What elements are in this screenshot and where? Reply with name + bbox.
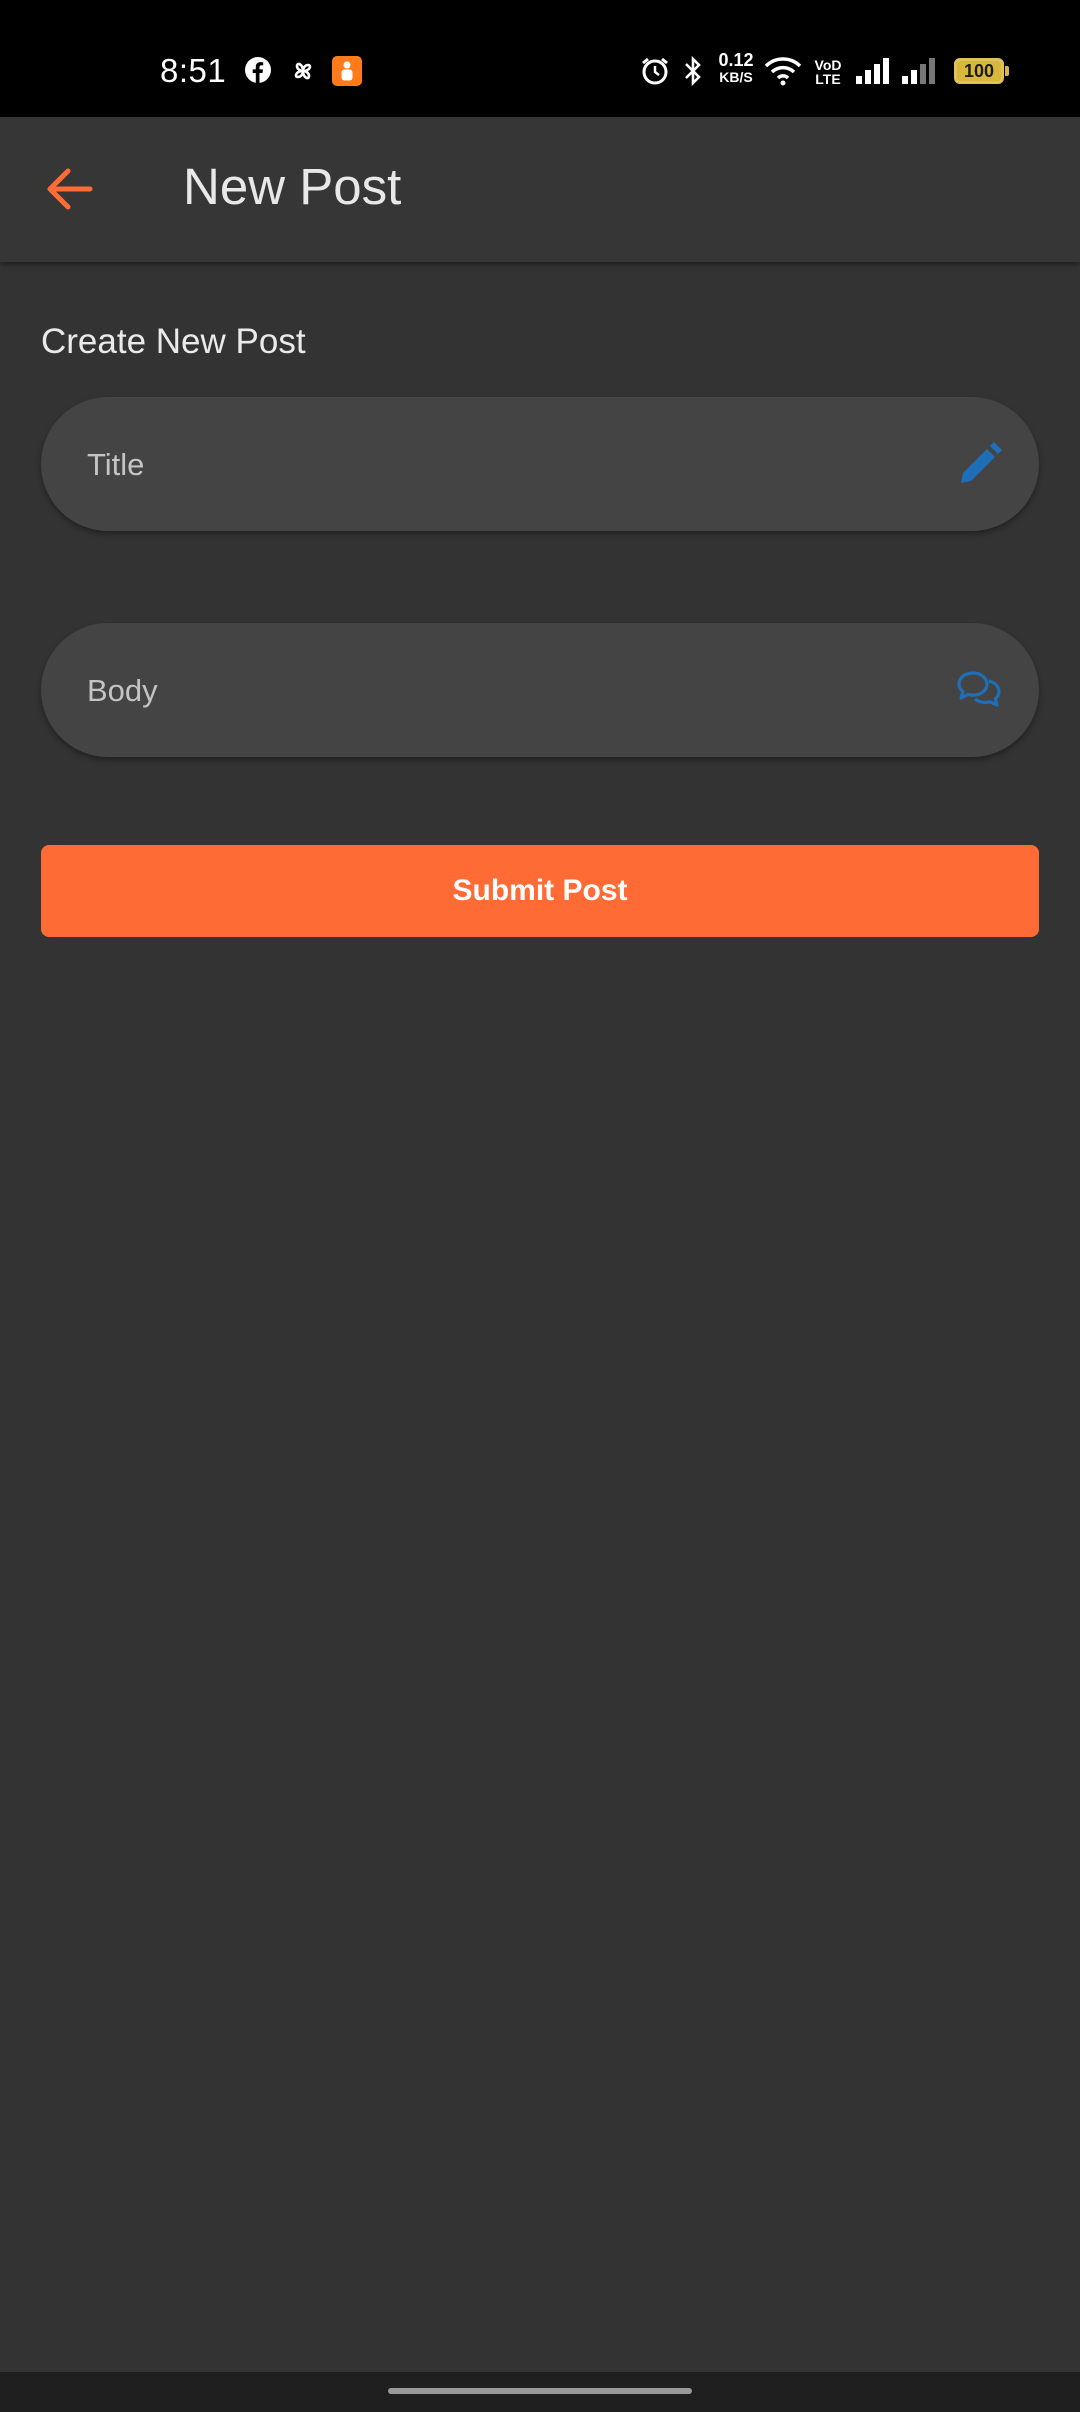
network-speed-value: 0.12 <box>718 50 754 70</box>
section-heading: Create New Post <box>41 322 306 361</box>
wifi-icon <box>764 57 802 86</box>
battery-icon: 100 <box>954 58 1004 84</box>
status-bar: 8:51 0.12 KB/S VoD LTE 100 <box>0 0 1080 117</box>
volte-indicator: VoD LTE <box>812 58 844 86</box>
signal-icon-2 <box>902 58 935 84</box>
title-field[interactable] <box>41 397 1039 533</box>
app-bar: New Post <box>0 117 1080 262</box>
pinwheel-icon <box>294 62 312 80</box>
battery-tip <box>1005 66 1009 76</box>
app-notification-icon <box>332 56 362 86</box>
chat-bubbles-icon <box>957 671 1001 707</box>
volte-top: VoD <box>814 57 842 73</box>
facebook-icon <box>245 57 271 83</box>
body-field[interactable] <box>41 623 1039 759</box>
volte-bottom: LTE <box>815 71 841 87</box>
navigation-bar <box>0 2372 1080 2412</box>
arrow-back-icon <box>47 168 93 210</box>
pencil-icon <box>961 442 1002 483</box>
home-gesture-handle[interactable] <box>388 2388 692 2394</box>
network-speed-unit: KB/S <box>719 69 753 85</box>
submit-post-button[interactable]: Submit Post <box>41 845 1039 937</box>
body-input[interactable] <box>85 623 909 759</box>
title-input[interactable] <box>85 397 909 533</box>
back-button[interactable] <box>40 159 100 219</box>
status-time: 8:51 <box>160 52 227 89</box>
network-speed: 0.12 KB/S <box>714 50 758 86</box>
signal-icon <box>856 58 889 84</box>
alarm-icon <box>642 57 668 85</box>
page-title: New Post <box>183 158 402 215</box>
bluetooth-icon <box>685 56 701 86</box>
